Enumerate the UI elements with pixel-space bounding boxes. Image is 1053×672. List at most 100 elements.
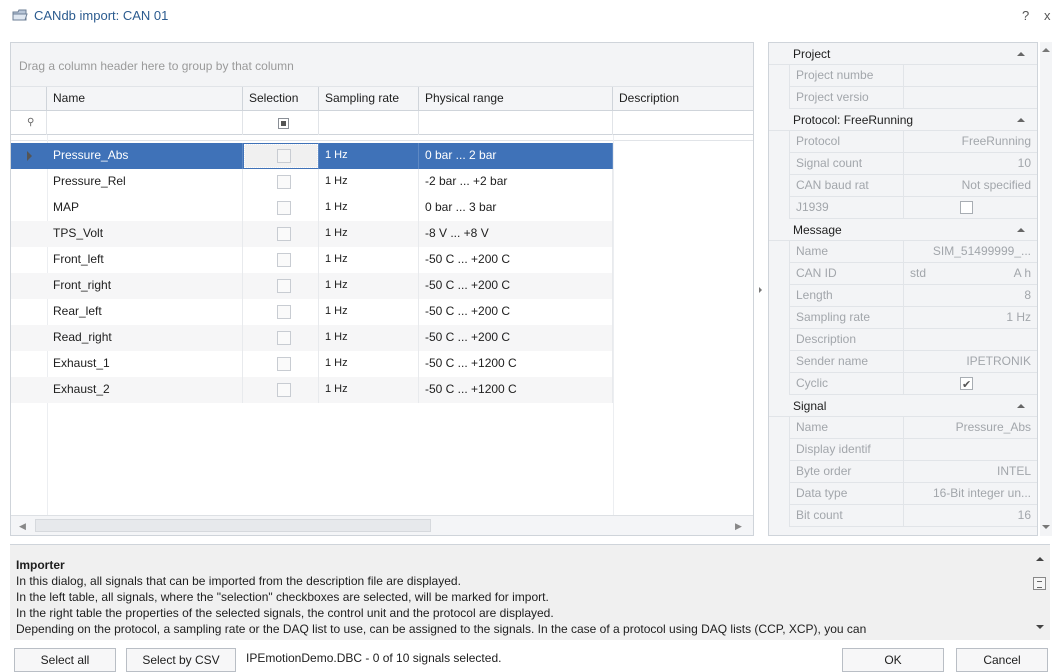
- splitter-expand-icon[interactable]: [759, 287, 762, 293]
- cell-name[interactable]: MAP: [47, 195, 243, 221]
- cell-name[interactable]: Pressure_Rel: [47, 169, 243, 195]
- ok-button[interactable]: OK: [842, 648, 944, 672]
- prop-value[interactable]: 10: [904, 153, 1037, 175]
- row-5[interactable]: Front_right 1 Hz -50 C ... +200 C: [11, 273, 613, 299]
- prop-value[interactable]: [904, 87, 1037, 109]
- row-6[interactable]: Rear_left 1 Hz -50 C ... +200 C: [11, 299, 613, 325]
- row-9[interactable]: Exhaust_2 1 Hz -50 C ... +1200 C: [11, 377, 613, 403]
- select-all-checkbox[interactable]: [278, 118, 289, 129]
- cyclic-checkbox[interactable]: [960, 375, 973, 395]
- prop-data-type[interactable]: Data type 16-Bit integer un...: [789, 483, 1037, 505]
- cell-physical-range[interactable]: -50 C ... +200 C: [419, 299, 613, 325]
- header-selection[interactable]: Selection: [243, 87, 319, 111]
- prop-sampling-rate[interactable]: Sampling rate 1 Hz: [789, 307, 1037, 329]
- prop-sender-name[interactable]: Sender name IPETRONIK: [789, 351, 1037, 373]
- selection-checkbox[interactable]: [277, 305, 291, 319]
- close-button[interactable]: x: [1044, 8, 1051, 23]
- scroll-up-icon[interactable]: [1042, 48, 1050, 52]
- cell-physical-range[interactable]: -50 C ... +200 C: [419, 273, 613, 299]
- collapse-icon[interactable]: [1017, 118, 1025, 122]
- scroll-thumb[interactable]: [35, 519, 431, 532]
- scroll-up-icon[interactable]: [1036, 557, 1044, 561]
- row-0[interactable]: Pressure_Abs 1 Hz 0 bar ... 2 bar: [11, 143, 613, 169]
- header-physical-range[interactable]: Physical range: [419, 87, 613, 111]
- cell-physical-range[interactable]: -50 C ... +1200 C: [419, 377, 613, 403]
- prop-value[interactable]: INTEL: [904, 461, 1037, 483]
- selection-checkbox[interactable]: [277, 149, 291, 163]
- cell-name[interactable]: Exhaust_2: [47, 377, 243, 403]
- filter-sampling-rate[interactable]: [319, 111, 419, 135]
- cell-name[interactable]: Rear_left: [47, 299, 243, 325]
- prop-can-baud-rate[interactable]: CAN baud rat Not specified: [789, 175, 1037, 197]
- row-2[interactable]: MAP 1 Hz 0 bar ... 3 bar: [11, 195, 613, 221]
- cell-sampling-rate[interactable]: 1 Hz: [319, 325, 419, 351]
- selection-checkbox[interactable]: [277, 253, 291, 267]
- header-name[interactable]: Name: [47, 87, 243, 111]
- j1939-checkbox[interactable]: [960, 201, 973, 214]
- filter-name[interactable]: [47, 111, 243, 135]
- prop-bit-count[interactable]: Bit count 16: [789, 505, 1037, 527]
- prop-value[interactable]: 16-Bit integer un...: [904, 483, 1037, 505]
- select-by-csv-button[interactable]: Select by CSV: [126, 648, 236, 672]
- cell-sampling-rate[interactable]: 1 Hz: [319, 195, 419, 221]
- cell-physical-range[interactable]: 0 bar ... 2 bar: [419, 143, 613, 169]
- cell-name[interactable]: TPS_Volt: [47, 221, 243, 247]
- prop-protocol[interactable]: Protocol FreeRunning: [789, 131, 1037, 153]
- section-project[interactable]: Project: [769, 43, 1037, 65]
- scroll-down-icon[interactable]: [1036, 625, 1044, 629]
- row-1[interactable]: Pressure_Rel 1 Hz -2 bar ... +2 bar: [11, 169, 613, 195]
- prop-signal-count[interactable]: Signal count 10: [789, 153, 1037, 175]
- selection-checkbox[interactable]: [277, 383, 291, 397]
- row-4[interactable]: Front_left 1 Hz -50 C ... +200 C: [11, 247, 613, 273]
- cell-sampling-rate[interactable]: 1 Hz: [319, 247, 419, 273]
- cell-physical-range[interactable]: -50 C ... +1200 C: [419, 351, 613, 377]
- collapse-icon[interactable]: [1017, 228, 1025, 232]
- scroll-thumb[interactable]: [1033, 577, 1046, 590]
- help-scrollbar[interactable]: [1032, 553, 1048, 635]
- row-8[interactable]: Exhaust_1 1 Hz -50 C ... +1200 C: [11, 351, 613, 377]
- prop-value[interactable]: IPETRONIK: [904, 351, 1037, 373]
- selection-checkbox[interactable]: [277, 175, 291, 189]
- cell-name[interactable]: Front_left: [47, 247, 243, 273]
- select-all-button[interactable]: Select all: [14, 648, 116, 672]
- prop-value[interactable]: 8: [904, 285, 1037, 307]
- prop-value[interactable]: Pressure_Abs: [904, 417, 1037, 439]
- horizontal-scrollbar[interactable]: ◀ ▶: [11, 515, 753, 535]
- selection-checkbox[interactable]: [277, 201, 291, 215]
- prop-value[interactable]: FreeRunning: [904, 131, 1037, 153]
- cell-name[interactable]: Exhaust_1: [47, 351, 243, 377]
- cell-sampling-rate[interactable]: 1 Hz: [319, 221, 419, 247]
- prop-value[interactable]: std A h: [904, 263, 1037, 285]
- cell-sampling-rate[interactable]: 1 Hz: [319, 273, 419, 299]
- group-by-panel[interactable]: Drag a column header here to group by th…: [11, 43, 753, 87]
- prop-cyclic[interactable]: Cyclic: [789, 373, 1037, 395]
- prop-value[interactable]: [904, 329, 1037, 351]
- help-button[interactable]: ?: [1022, 8, 1029, 23]
- prop-value[interactable]: SIM_51499999_...: [904, 241, 1037, 263]
- row-3[interactable]: TPS_Volt 1 Hz -8 V ... +8 V: [11, 221, 613, 247]
- cell-physical-range[interactable]: -50 C ... +200 C: [419, 325, 613, 351]
- header-sampling-rate[interactable]: Sampling rate: [319, 87, 419, 111]
- scroll-left-icon[interactable]: ◀: [19, 521, 26, 532]
- cell-sampling-rate[interactable]: 1 Hz: [319, 351, 419, 377]
- cell-physical-range[interactable]: -8 V ... +8 V: [419, 221, 613, 247]
- filter-physical-range[interactable]: [419, 111, 613, 135]
- selection-checkbox[interactable]: [277, 357, 291, 371]
- cell-sampling-rate[interactable]: 1 Hz: [319, 377, 419, 403]
- cell-sampling-rate[interactable]: 1 Hz: [319, 169, 419, 195]
- header-description[interactable]: Description: [613, 87, 753, 111]
- prop-message-name[interactable]: Name SIM_51499999_...: [789, 241, 1037, 263]
- cell-sampling-rate[interactable]: 1 Hz: [319, 143, 419, 169]
- scroll-down-icon[interactable]: [1042, 525, 1050, 529]
- scroll-right-icon[interactable]: ▶: [735, 521, 742, 532]
- cell-physical-range[interactable]: -2 bar ... +2 bar: [419, 169, 613, 195]
- prop-signal-name[interactable]: Name Pressure_Abs: [789, 417, 1037, 439]
- prop-value[interactable]: [904, 65, 1037, 87]
- prop-value[interactable]: 16: [904, 505, 1037, 527]
- prop-value[interactable]: 1 Hz: [904, 307, 1037, 329]
- section-message[interactable]: Message: [769, 219, 1037, 241]
- prop-value[interactable]: [904, 439, 1037, 461]
- row-7[interactable]: Read_right 1 Hz -50 C ... +200 C: [11, 325, 613, 351]
- section-protocol[interactable]: Protocol: FreeRunning: [769, 109, 1037, 131]
- prop-j1939[interactable]: J1939: [789, 197, 1037, 219]
